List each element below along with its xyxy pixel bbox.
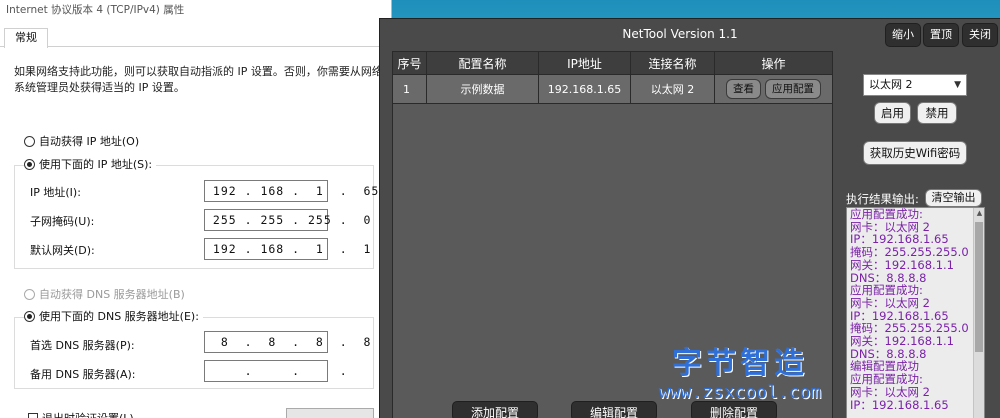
- row-connection-name: 以太网 2: [631, 75, 715, 103]
- nettool-window: NetTool Version 1.1 缩小 置顶 关闭 序号 配置名称 IP地…: [379, 18, 1000, 418]
- exit-validate-checkbox[interactable]: 退出时验证设置(L): [28, 410, 134, 418]
- auto-dns-radio[interactable]: 自动获得 DNS 服务器地址(B): [24, 286, 185, 302]
- output-line: 网卡：以太网 2: [850, 295, 930, 310]
- manual-ip-radio[interactable]: 使用下面的 IP 地址(S):: [24, 156, 157, 172]
- config-table: 序号 配置名称 IP地址 连接名称 操作 1 示例数据 192.168.1.65…: [392, 51, 833, 418]
- output-line: 应用配置成功:: [850, 372, 923, 387]
- tab-strip: 常规: [0, 25, 392, 48]
- exit-validate-label: 退出时验证设置(L): [42, 410, 134, 418]
- row-index: 1: [393, 75, 427, 103]
- checkbox-icon: [28, 413, 38, 418]
- clear-output-button[interactable]: 清空输出: [925, 189, 982, 207]
- row-actions: 查看 应用配置: [715, 75, 832, 103]
- scroll-thumb[interactable]: [975, 222, 983, 352]
- dialog-title: Internet 协议版本 4 (TCP/IPv4) 属性: [0, 0, 391, 20]
- tab-general[interactable]: 常规: [4, 28, 48, 48]
- output-textbox[interactable]: 应用配置成功: 网卡：以太网 2 IP：192.168.1.65 掩码：255.255…: [846, 207, 985, 418]
- manual-dns-label: 使用下面的 DNS 服务器地址(E):: [39, 310, 199, 323]
- output-line: 应用配置成功:: [850, 207, 923, 221]
- default-gateway-label: 默认网关(D):: [30, 244, 95, 257]
- output-scrollbar[interactable]: ▲: [973, 208, 984, 418]
- column-header: 序号: [393, 52, 427, 74]
- row-config-name: 示例数据: [427, 75, 539, 103]
- column-header: 操作: [761, 56, 786, 71]
- preferred-dns-field[interactable]: 8 . 8 . 8 . 8: [204, 331, 370, 353]
- subnet-mask-field[interactable]: 255 . 255 . 255 . 0: [204, 209, 370, 231]
- chevron-down-icon: ▼: [954, 80, 961, 90]
- ip-address-field[interactable]: 192 . 168 . 1 . 65: [204, 180, 378, 202]
- radio-icon: [24, 288, 35, 300]
- enable-button[interactable]: 启用: [874, 102, 911, 124]
- column-header: 配置名称: [427, 52, 539, 74]
- row-ip-address: 192.168.1.65: [539, 75, 631, 103]
- table-header: 序号 配置名称 IP地址 连接名称 操作: [393, 52, 832, 74]
- default-gateway-field[interactable]: 192 . 168 . 1 . 1: [204, 238, 370, 260]
- close-button[interactable]: 关闭: [962, 23, 998, 47]
- output-line: 网关：192.168.1.1: [850, 257, 954, 272]
- alternate-dns-field[interactable]: . . .: [204, 360, 347, 382]
- add-config-button[interactable]: 添加配置: [452, 401, 538, 418]
- minimize-button[interactable]: 缩小: [885, 23, 921, 47]
- alternate-dns-label: 备用 DNS 服务器(A):: [30, 368, 136, 381]
- manual-dns-radio[interactable]: 使用下面的 DNS 服务器地址(E):: [24, 308, 203, 324]
- preferred-dns-label: 首选 DNS 服务器(P):: [30, 339, 135, 352]
- output-line: IP：192.168.1.65: [850, 397, 949, 412]
- column-header: 连接名称: [631, 52, 715, 74]
- advanced-button[interactable]: [286, 408, 374, 418]
- disable-button[interactable]: 禁用: [917, 102, 957, 124]
- adapter-select[interactable]: 以太网 2 ▼: [863, 74, 967, 96]
- apply-config-button[interactable]: 应用配置: [765, 79, 821, 99]
- output-line: 网关：192.168.1.1: [850, 334, 954, 349]
- output-label: 执行结果输出:: [846, 192, 919, 206]
- radio-selected-icon: [24, 310, 35, 322]
- table-row[interactable]: 1 示例数据 192.168.1.65 以太网 2 查看 应用配置: [393, 74, 832, 104]
- manual-ip-label: 使用下面的 IP 地址(S):: [39, 158, 153, 171]
- dialog-description: 如果网络支持此功能，则可以获取自动指派的 IP 设置。否则，你需要从网络系统管理…: [14, 65, 383, 94]
- auto-ip-radio[interactable]: 自动获得 IP 地址(O): [24, 133, 139, 149]
- subnet-mask-label: 子网掩码(U):: [30, 215, 95, 228]
- view-button[interactable]: 查看: [726, 79, 761, 99]
- auto-ip-label: 自动获得 IP 地址(O): [39, 135, 140, 148]
- delete-config-button[interactable]: 删除配置: [691, 401, 777, 418]
- column-header: IP地址: [539, 52, 631, 74]
- ipv4-properties-dialog: Internet 协议版本 4 (TCP/IPv4) 属性 常规 如果网络支持此…: [0, 0, 392, 418]
- ip-address-label: IP 地址(I):: [30, 186, 81, 199]
- pin-top-button[interactable]: 置顶: [923, 23, 959, 47]
- auto-dns-label: 自动获得 DNS 服务器地址(B): [39, 288, 185, 301]
- radio-icon: [24, 135, 35, 147]
- adapter-select-value: 以太网 2: [869, 78, 913, 91]
- wifi-history-button[interactable]: 获取历史Wifi密码: [863, 141, 967, 165]
- edit-config-button[interactable]: 编辑配置: [571, 401, 657, 418]
- output-lines: 应用配置成功: 网卡：以太网 2 IP：192.168.1.65 掩码：255.255…: [847, 208, 984, 411]
- output-line: 掩码：255.255.255.0: [850, 245, 969, 260]
- radio-selected-icon: [24, 158, 35, 170]
- output-line: 网卡：以太网 2: [850, 384, 930, 399]
- scroll-up-icon[interactable]: ▲: [974, 208, 984, 219]
